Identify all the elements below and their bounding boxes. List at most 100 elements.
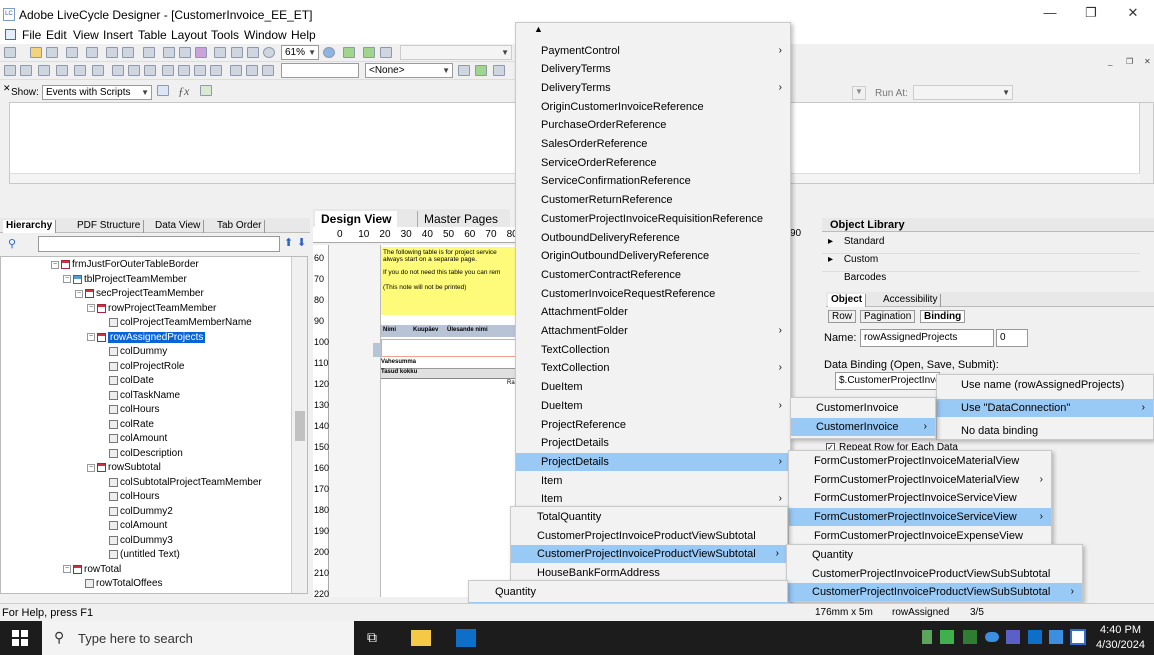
grid-snap-icon[interactable] — [179, 47, 191, 58]
rotate-right-icon[interactable] — [178, 65, 190, 76]
mdi-restore-button[interactable]: ❐ — [1126, 57, 1133, 66]
undo-icon[interactable] — [106, 47, 118, 58]
language-dropdown[interactable]: ▼ — [852, 86, 866, 100]
menu-file[interactable]: File — [22, 28, 41, 42]
tab-data-view[interactable]: Data View — [152, 220, 205, 233]
height-icon[interactable] — [262, 65, 274, 76]
menu-item-projectreference[interactable]: ProjectReference — [516, 416, 790, 434]
library-group-custom[interactable]: ▸ Custom — [822, 254, 1140, 272]
distribute-v-icon[interactable] — [128, 65, 140, 76]
grid-icon[interactable] — [163, 47, 175, 58]
arrow-up-icon[interactable]: ⬆ — [284, 236, 293, 249]
tree-node[interactable]: colDummy2 — [99, 506, 173, 517]
layout-icon[interactable] — [380, 47, 392, 58]
preview-icon[interactable] — [195, 47, 207, 58]
tree-node[interactable]: colAmount — [99, 433, 167, 444]
save-icon[interactable] — [46, 47, 58, 58]
font-size-box[interactable] — [281, 63, 359, 78]
menu-item-customerprojectinvoicerequisitionreference[interactable]: CustomerProjectInvoiceRequisitionReferen… — [516, 210, 790, 228]
group-icon[interactable] — [210, 65, 222, 76]
align-bottom-icon[interactable] — [56, 65, 68, 76]
menu-item-projectdetails[interactable]: ProjectDetails — [516, 434, 790, 452]
table-header-row[interactable]: Nimi Kuupäev Ülesande nimi — [381, 325, 516, 337]
function-icon[interactable]: ƒx — [178, 84, 189, 99]
cut-icon[interactable] — [86, 47, 98, 58]
search-box[interactable]: ⚲ Type here to search — [42, 621, 354, 655]
arrow-down-icon[interactable]: ⬇ — [297, 236, 306, 249]
style-select[interactable]: <None> ▼ — [365, 63, 453, 78]
menu-table[interactable]: Table — [138, 28, 167, 42]
library-group-barcodes[interactable]: Barcodes — [822, 272, 1140, 280]
split-icon[interactable] — [246, 65, 258, 76]
tree-node[interactable]: − rowTotal — [63, 564, 121, 575]
align-top-icon[interactable] — [38, 65, 50, 76]
page-icon[interactable] — [214, 47, 226, 58]
check-script-icon[interactable] — [200, 85, 212, 96]
tab-hierarchy[interactable]: Hierarchy — [3, 220, 57, 233]
task-view-icon[interactable]: ⧉ — [367, 629, 377, 646]
tree-vertical-scrollbar[interactable] — [291, 257, 307, 593]
tab-tab-order[interactable]: Tab Order — [214, 220, 266, 233]
menu-item-formcustomerprojectinvoiceserviceview[interactable]: FormCustomerProjectInvoiceServiceView — [789, 489, 1051, 507]
mdi-minimize-button[interactable]: _ — [1108, 57, 1112, 66]
teams-icon[interactable] — [1006, 630, 1020, 644]
menu-layout[interactable]: Layout — [171, 28, 207, 42]
check-icon[interactable] — [343, 47, 355, 58]
collapse-toggle-icon[interactable]: − — [87, 463, 95, 472]
menu-tools[interactable]: Tools — [211, 28, 239, 42]
tree-node[interactable]: colTaskName — [99, 390, 180, 401]
align-right-icon[interactable] — [20, 65, 32, 76]
mdi-close-button[interactable]: ✕ — [1144, 57, 1151, 66]
show-select[interactable]: Events with Scripts ▼ — [42, 85, 152, 100]
tree-node[interactable]: rowTotalOffees — [75, 578, 163, 589]
selected-row[interactable] — [381, 339, 516, 357]
tree-node[interactable]: − rowAssignedProjects — [87, 331, 206, 343]
subtab-pagination[interactable]: Pagination — [860, 310, 916, 323]
menu-item-projectdetails[interactable]: ProjectDetails › — [516, 452, 790, 471]
fit-page-icon[interactable] — [231, 47, 243, 58]
form-page[interactable]: The following table is for project servi… — [380, 245, 516, 597]
fit-width-icon[interactable] — [247, 47, 259, 58]
hierarchy-search-input[interactable] — [38, 236, 280, 252]
menu-item-no-data-binding[interactable]: No data binding — [937, 422, 1153, 440]
menu-item-paymentcontrol[interactable]: PaymentControl › — [516, 42, 790, 60]
subtotal-row[interactable]: Vahesumma — [381, 359, 516, 369]
tree-node[interactable]: − secProjectTeamMember — [75, 288, 204, 299]
redo-icon[interactable] — [122, 47, 134, 58]
menu-item-deliveryterms[interactable]: DeliveryTerms — [516, 60, 790, 78]
menu-view[interactable]: View — [73, 28, 99, 42]
style-manage-icon[interactable] — [493, 65, 505, 76]
collapse-toggle-icon[interactable]: − — [87, 333, 95, 341]
menu-item-use-name-rowassignedprojects[interactable]: Use name (rowAssignedProjects) — [937, 376, 1153, 394]
menu-item-use-dataconnection[interactable]: Use "DataConnection" › — [937, 399, 1153, 417]
tree-node[interactable]: colRate — [99, 419, 154, 430]
tree-node[interactable]: colSubtotalProjectTeamMember — [99, 477, 262, 488]
design-canvas[interactable]: The following table is for project servi… — [329, 245, 516, 597]
menu-item-customerinvoice[interactable]: CustomerInvoice — [791, 399, 935, 417]
tray-app-icon-1[interactable] — [922, 630, 932, 644]
tree-node[interactable]: − tblProjectTeamMember — [63, 274, 187, 285]
library-group-standard[interactable]: ▸ Standard — [822, 236, 1140, 254]
open-icon[interactable] — [30, 47, 42, 58]
onedrive-icon[interactable] — [985, 632, 999, 642]
font-select[interactable]: ▼ — [400, 45, 512, 60]
menu-item-customerprojectinvoiceproductviewsubsubtotal[interactable]: CustomerProjectInvoiceProductViewSubSubt… — [787, 565, 1082, 583]
menu-item-attachmentfolder[interactable]: AttachmentFolder — [516, 303, 790, 321]
script-close-icon[interactable]: ✕ — [3, 83, 11, 94]
binoculars-icon[interactable] — [143, 47, 155, 58]
zoom-select[interactable]: 61% ▼ — [281, 45, 319, 60]
tab-design-view[interactable]: Design View — [315, 211, 398, 227]
collapse-toggle-icon[interactable]: − — [75, 289, 83, 298]
tree-node[interactable]: colHours — [99, 404, 159, 415]
menu-item-customerreturnreference[interactable]: CustomerReturnReference — [516, 191, 790, 209]
menu-window[interactable]: Window — [244, 28, 287, 42]
menu-item-salesorderreference[interactable]: SalesOrderReference — [516, 135, 790, 153]
script-editor-icon[interactable] — [157, 85, 169, 96]
tree-scroll-thumb[interactable] — [295, 411, 305, 441]
collapse-toggle-icon[interactable]: − — [63, 565, 71, 573]
tab-object[interactable]: Object — [828, 294, 867, 307]
menu-item-textcollection[interactable]: TextCollection › — [516, 359, 790, 377]
tree-node[interactable]: colDate — [99, 375, 154, 386]
menu-item-quantity[interactable]: Quantity — [469, 583, 787, 601]
menu-item-customerprojectinvoiceproductviewsubtotal[interactable]: CustomerProjectInvoiceProductViewSubtota… — [511, 527, 787, 545]
